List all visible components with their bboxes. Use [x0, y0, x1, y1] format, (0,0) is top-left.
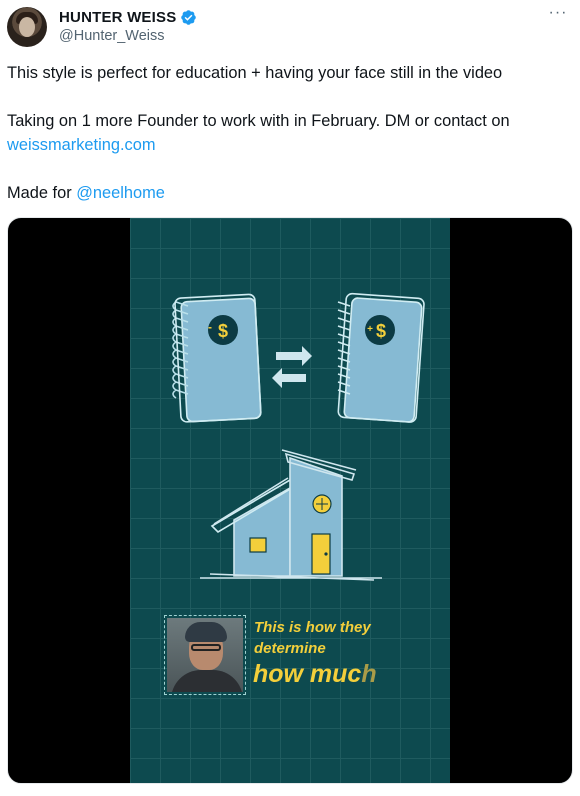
- made-for-label: Made for: [7, 184, 77, 202]
- avatar-face: [19, 17, 35, 37]
- house-icon: [200, 449, 382, 581]
- post-text-line2: Taking on 1 more Founder to work with in…: [7, 112, 510, 130]
- handle[interactable]: @Hunter_Weiss: [59, 28, 165, 44]
- caption-highlight-fade: h: [361, 660, 377, 688]
- presenter-cap: [185, 622, 227, 642]
- video-player[interactable]: $ - $ + This is how they determine how m…: [7, 217, 573, 784]
- avatar[interactable]: [7, 7, 47, 47]
- video-frame[interactable]: $ - $ + This is how they determine how m…: [130, 218, 450, 783]
- presenter-shirt: [171, 670, 243, 692]
- exchange-arrows-icon: [272, 346, 312, 388]
- display-name[interactable]: HUNTER WEISS: [59, 9, 176, 26]
- minus-dollar-icon: $ -: [208, 315, 238, 345]
- presenter-image: [167, 618, 243, 692]
- svg-text:$: $: [376, 321, 386, 341]
- verified-badge-icon: [181, 10, 197, 25]
- svg-text:-: -: [208, 320, 212, 334]
- name-row: HUNTER WEISS: [59, 9, 197, 26]
- caption-highlight-main: how muc: [253, 660, 362, 688]
- website-link[interactable]: weissmarketing.com: [7, 136, 155, 154]
- plus-dollar-icon: $ +: [365, 315, 395, 345]
- round-window-icon: [312, 494, 332, 514]
- post-text-line1: This style is perfect for education + ha…: [7, 64, 503, 82]
- door-icon: [311, 533, 331, 575]
- svg-text:+: +: [367, 324, 373, 335]
- more-options-icon[interactable]: ···: [547, 5, 569, 25]
- left-notebook-icon: [172, 293, 262, 423]
- svg-text:$: $: [218, 321, 228, 341]
- post-header: HUNTER WEISS @Hunter_Weiss ···: [7, 5, 573, 49]
- square-window-icon: [249, 537, 267, 553]
- video-caption-line1: This is how they: [254, 619, 371, 636]
- mention-link[interactable]: @neelhome: [76, 184, 165, 202]
- right-notebook-icon: [337, 292, 425, 423]
- post-text-line3: Made for @neelhome: [7, 182, 165, 204]
- post-link-row: weissmarketing.com: [7, 134, 155, 156]
- video-caption-line2: determine: [254, 640, 326, 657]
- video-caption-highlight: how much: [253, 660, 377, 689]
- presenter-glasses: [191, 644, 221, 651]
- finance-illustration: $ - $ +: [172, 292, 425, 581]
- presenter-cam-frame: [164, 615, 246, 695]
